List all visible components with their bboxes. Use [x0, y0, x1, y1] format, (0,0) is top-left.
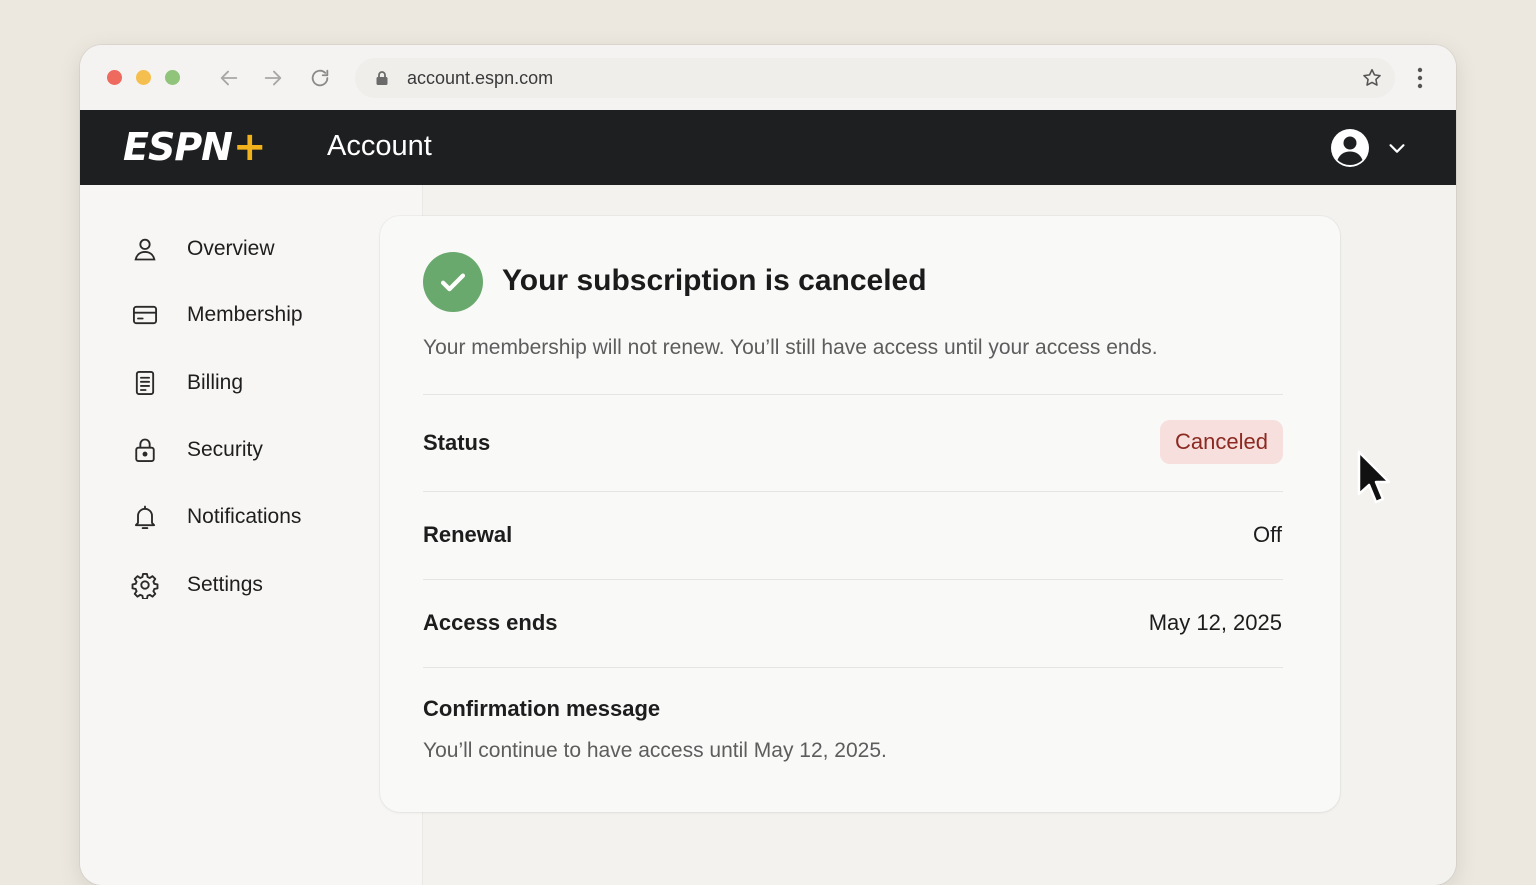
- sidebar-item-settings[interactable]: Settings: [130, 565, 263, 605]
- reload-icon: [311, 69, 329, 87]
- gear-icon: [130, 570, 160, 600]
- sidebar-item-overview[interactable]: Overview: [130, 229, 275, 269]
- close-window-button[interactable]: [107, 70, 122, 85]
- arrow-left-icon: [220, 70, 238, 86]
- lock-icon: [130, 435, 160, 465]
- confirmation-label: Confirmation message: [423, 696, 661, 721]
- url-text: account.espn.com: [407, 68, 554, 88]
- reload-button[interactable]: [307, 65, 333, 91]
- subscription-status-card: Your subscription is canceled Your membe…: [380, 216, 1340, 812]
- sidebar-item-label: Billing: [187, 371, 244, 394]
- lock-icon: [376, 71, 388, 85]
- access-ends-label: Access ends: [423, 610, 558, 635]
- logo-plus: +: [232, 124, 267, 170]
- more-vertical-icon: [1417, 67, 1423, 89]
- sidebar-item-label: Membership: [187, 303, 303, 326]
- divider: [423, 394, 1283, 395]
- app-header: ESPN + Account: [80, 110, 1456, 185]
- minimize-window-button[interactable]: [136, 70, 151, 85]
- logo-text: ESPN: [123, 125, 233, 169]
- bookmark-star-icon[interactable]: [1361, 67, 1383, 89]
- card-icon: [130, 300, 160, 330]
- divider: [423, 579, 1283, 580]
- maximize-window-button[interactable]: [165, 70, 180, 85]
- espn-plus-logo[interactable]: ESPN +: [123, 124, 267, 170]
- back-button[interactable]: [216, 65, 242, 91]
- person-icon: [130, 234, 160, 264]
- sidebar-item-notifications[interactable]: Notifications: [130, 497, 301, 537]
- renewal-label: Renewal: [423, 522, 513, 547]
- arrow-right-icon: [264, 70, 282, 86]
- card-subtitle: Your membership will not renew. You’ll s…: [423, 336, 1158, 359]
- profile-menu-button[interactable]: [1330, 128, 1412, 168]
- sidebar-item-label: Overview: [187, 237, 275, 260]
- renewal-value: Off: [1253, 522, 1282, 547]
- access-ends-value: May 12, 2025: [1148, 610, 1282, 635]
- status-badge[interactable]: Canceled: [1160, 420, 1283, 464]
- sidebar-item-label: Security: [187, 438, 263, 461]
- forward-button[interactable]: [260, 65, 286, 91]
- success-check-icon: [423, 252, 483, 312]
- chevron-down-icon: [1389, 144, 1405, 153]
- sidebar-item-billing[interactable]: Billing: [130, 363, 243, 403]
- sidebar-item-label: Notifications: [187, 505, 302, 528]
- browser-toolbar: account.espn.com: [80, 45, 1456, 110]
- sidebar-item-membership[interactable]: Membership: [130, 295, 303, 335]
- sidebar: Overview Membership Billing Security Not…: [80, 185, 423, 885]
- page-title: Account: [327, 130, 432, 162]
- address-bar[interactable]: account.espn.com: [355, 58, 1395, 98]
- receipt-icon: [130, 368, 160, 398]
- sidebar-item-label: Settings: [187, 573, 263, 596]
- bell-icon: [130, 502, 160, 532]
- confirmation-text: You’ll continue to have access until May…: [423, 739, 887, 762]
- sidebar-item-security[interactable]: Security: [130, 430, 263, 470]
- browser-menu-button[interactable]: [1410, 66, 1430, 90]
- divider: [423, 667, 1283, 668]
- user-circle-icon: [1331, 129, 1369, 167]
- divider: [423, 491, 1283, 492]
- status-label: Status: [423, 430, 491, 455]
- card-title: Your subscription is canceled: [502, 264, 927, 297]
